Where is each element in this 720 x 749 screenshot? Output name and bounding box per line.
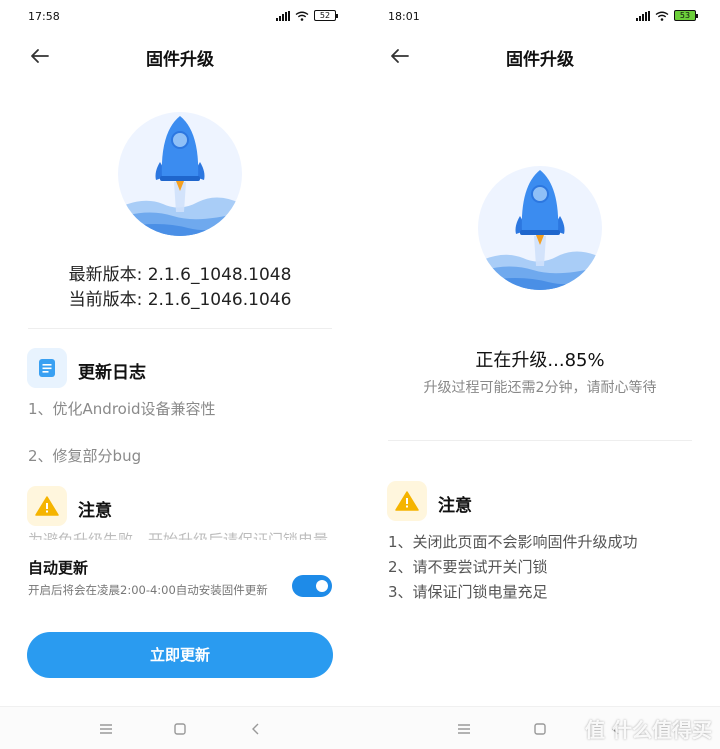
latest-version: 最新版本: 2.1.6_1048.1048 <box>68 265 292 285</box>
signal-icon <box>276 10 290 21</box>
battery-icon: 52 <box>314 10 338 21</box>
right-screen: 18:01 53 固件升级 正在升级...85% 升级过程可能还需2分钟，请耐心… <box>360 0 720 749</box>
rocket-illustration <box>118 112 242 236</box>
status-bar: 17:58 52 <box>28 8 338 26</box>
left-screen: 17:58 52 固件升级 最新版本: 2.1.6_1048.1048 当前版本… <box>0 0 360 749</box>
notice-icon-box <box>27 486 67 526</box>
changelog-item: 1、优化Android设备兼容性 <box>28 400 216 418</box>
scroll-fade <box>0 536 360 556</box>
divider <box>28 328 332 329</box>
update-now-button[interactable]: 立即更新 <box>27 632 333 678</box>
notice-title: 注意 <box>438 496 472 516</box>
status-time: 17:58 <box>28 10 60 23</box>
progress-description: 升级过程可能还需2分钟，请耐心等待 <box>423 380 657 396</box>
status-bar: 18:01 53 <box>388 8 698 26</box>
app-bar: 固件升级 <box>0 40 360 72</box>
status-icons: 52 <box>276 10 338 21</box>
divider <box>388 440 692 441</box>
menu-icon[interactable] <box>454 719 474 739</box>
toggle-knob <box>316 580 328 592</box>
app-bar: 固件升级 <box>360 40 720 72</box>
changelog-icon-box <box>27 348 67 388</box>
system-nav-bar <box>0 706 360 749</box>
page-title: 固件升级 <box>506 50 574 70</box>
rocket-icon <box>118 116 242 236</box>
progress-status: 正在升级...85% <box>475 350 605 371</box>
notice-item: 1、关闭此页面不会影响固件升级成功 <box>388 533 638 551</box>
notice-item: 2、请不要尝试开关门锁 <box>388 558 548 576</box>
home-icon[interactable] <box>530 719 550 739</box>
status-icons: 53 <box>636 10 698 21</box>
signal-icon <box>636 10 650 21</box>
rocket-icon <box>478 170 602 290</box>
changelog-title: 更新日志 <box>78 363 146 383</box>
back-nav-icon[interactable] <box>246 719 266 739</box>
wifi-icon <box>655 11 669 21</box>
rocket-illustration <box>478 166 602 290</box>
page-title: 固件升级 <box>146 50 214 70</box>
watermark: 值 什么值得买 <box>585 718 712 742</box>
document-icon <box>39 359 55 377</box>
auto-update-title: 自动更新 <box>28 559 89 577</box>
current-version: 当前版本: 2.1.6_1046.1046 <box>68 290 292 310</box>
status-time: 18:01 <box>388 10 420 23</box>
auto-update-desc: 开启后将会在凌晨2:00-4:00自动安装固件更新 <box>28 583 268 597</box>
auto-update-toggle[interactable] <box>292 575 332 597</box>
notice-icon-box <box>387 481 427 521</box>
warning-icon <box>395 491 419 511</box>
notice-item: 3、请保证门锁电量充足 <box>388 583 548 601</box>
home-icon[interactable] <box>170 719 190 739</box>
warning-icon <box>35 496 59 516</box>
notice-title: 注意 <box>78 501 112 521</box>
menu-icon[interactable] <box>96 719 116 739</box>
battery-icon: 53 <box>674 10 698 21</box>
wifi-icon <box>295 11 309 21</box>
changelog-item: 2、修复部分bug <box>28 447 142 465</box>
